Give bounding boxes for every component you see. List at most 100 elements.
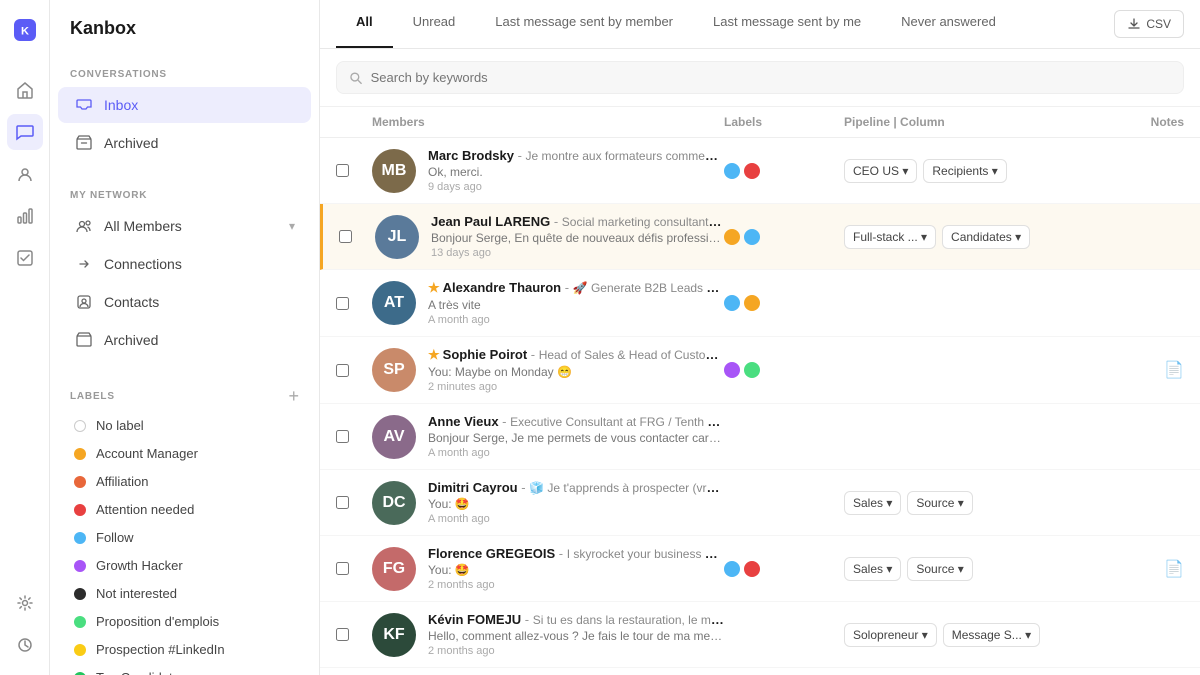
column-select[interactable]: Recipients ▾ (923, 159, 1006, 183)
tab-last-sent-by-me[interactable]: Last message sent by me (693, 0, 881, 48)
row-checkbox[interactable] (336, 364, 349, 377)
conv-preview: You: 🤩 (428, 563, 724, 577)
conv-name: ★Sophie Poirot - Head of Sales & Head of… (428, 347, 724, 363)
column-select[interactable]: Message S... ▾ (943, 623, 1040, 647)
network-archived-label: Archived (104, 332, 295, 348)
all-members-chevron: ▾ (289, 219, 295, 233)
row-checkbox-wrap (336, 562, 372, 575)
rail-icon-history[interactable] (7, 627, 43, 663)
headline-separator: - (527, 347, 539, 362)
star-badge: ★ (428, 347, 440, 362)
conv-labels (724, 295, 844, 311)
sidebar-label-item[interactable]: Account Manager (58, 440, 311, 467)
table-row[interactable]: JSJulie STRACZEK - Talent Acquisition Sp… (320, 668, 1200, 675)
sidebar-label-item[interactable]: Growth Hacker (58, 552, 311, 579)
label-color-dot (74, 588, 86, 600)
label-name: Not interested (96, 586, 177, 601)
tab-all[interactable]: All (336, 0, 393, 48)
column-select[interactable]: Candidates ▾ (942, 225, 1030, 249)
rail-icon-home[interactable] (7, 72, 43, 108)
conv-content: ★Sophie Poirot - Head of Sales & Head of… (428, 347, 724, 393)
column-select[interactable]: Source ▾ (907, 491, 972, 515)
tab-unread[interactable]: Unread (393, 0, 476, 48)
table-row[interactable]: DCDimitri Cayrou - 🧊 Je t'apprends à pro… (320, 470, 1200, 536)
table-row[interactable]: MB Marc Brodsky - Je montre aux formateur… (320, 138, 1200, 204)
table-row[interactable]: FG Florence GREGEOIS - I skyrocket your b… (320, 536, 1200, 602)
tab-last-sent-by-member[interactable]: Last message sent by member (475, 0, 693, 48)
sidebar-item-archived[interactable]: Archived (58, 125, 311, 161)
search-input[interactable] (371, 70, 1171, 85)
label-dot (744, 362, 760, 378)
table-row[interactable]: KFKévin FOMEJU - Si tu es dans la restau… (320, 602, 1200, 668)
conv-preview: Bonjour Serge, En quête de nouveaux défi… (431, 231, 724, 245)
rail-icon-tasks[interactable] (7, 240, 43, 276)
avatar: AV (372, 415, 416, 459)
row-checkbox[interactable] (336, 164, 349, 177)
rail-icon-network[interactable] (7, 156, 43, 192)
tab-never-answered[interactable]: Never answered (881, 0, 1016, 48)
headline-separator: - (499, 414, 511, 429)
sidebar-label-item[interactable]: No label (58, 412, 311, 439)
row-checkbox[interactable] (336, 297, 349, 310)
table-row[interactable]: AT★Alexandre Thauron - 🚀 Generate B2B Le… (320, 270, 1200, 337)
avatar: MB (372, 149, 416, 193)
table-row[interactable]: JLJean Paul LARENG - Social marketing co… (320, 204, 1200, 270)
conv-preview: Hello, comment allez-vous ? Je fais le t… (428, 629, 724, 643)
search-icon (349, 71, 363, 85)
label-dot (744, 295, 760, 311)
conv-time: A month ago (428, 513, 724, 525)
table-row[interactable]: SP★Sophie Poirot - Head of Sales & Head … (320, 337, 1200, 404)
conversations-list: MB Marc Brodsky - Je montre aux formateur… (320, 138, 1200, 675)
conv-name: Florence GREGEOIS - I skyrocket your bus… (428, 546, 724, 561)
label-dot (744, 229, 760, 245)
pipeline-select[interactable]: Full-stack ... ▾ (844, 225, 936, 249)
sidebar-label-item[interactable]: Proposition d'emplois (58, 608, 311, 635)
sidebar-item-connections[interactable]: Connections (58, 246, 311, 282)
pipeline-select[interactable]: Solopreneur ▾ (844, 623, 937, 647)
conv-pipeline: Sales ▾Source ▾ (844, 491, 1104, 515)
label-dot (744, 163, 760, 179)
rail-icon-settings[interactable] (7, 585, 43, 621)
table-row[interactable]: AVAnne Vieux - Executive Consultant at F… (320, 404, 1200, 470)
csv-button[interactable]: CSV (1114, 10, 1184, 38)
column-select[interactable]: Source ▾ (907, 557, 972, 581)
label-dot (744, 561, 760, 577)
pipeline-select[interactable]: Sales ▾ (844, 557, 901, 581)
labels-header: LABELS + (50, 375, 319, 411)
conv-content: Jean Paul LARENG - Social marketing cons… (431, 214, 724, 259)
sidebar-label-item[interactable]: Attention needed (58, 496, 311, 523)
conv-labels (724, 362, 844, 378)
sidebar-label-item[interactable]: Follow (58, 524, 311, 551)
conv-name: Marc Brodsky - Je montre aux formateurs … (428, 148, 724, 163)
conv-pipeline: CEO US ▾Recipients ▾ (844, 159, 1104, 183)
sidebar-item-network-archived[interactable]: Archived (58, 322, 311, 358)
row-checkbox[interactable] (339, 230, 352, 243)
sidebar-label-item[interactable]: Prospection #LinkedIn (58, 636, 311, 663)
rail-icon-analytics[interactable] (7, 198, 43, 234)
rail-icon-logo[interactable]: K (7, 12, 43, 48)
row-checkbox[interactable] (336, 562, 349, 575)
label-name: Proposition d'emplois (96, 614, 219, 629)
sidebar-label-item[interactable]: Top Candidate (58, 664, 311, 675)
notes-icon: 📄 (1164, 559, 1184, 579)
row-checkbox[interactable] (336, 628, 349, 641)
sidebar-item-inbox[interactable]: Inbox (58, 87, 311, 123)
sidebar-item-all-members[interactable]: All Members ▾ (58, 208, 311, 244)
sidebar-label-item[interactable]: Affiliation (58, 468, 311, 495)
conv-preview: Bonjour Serge, Je me permets de vous con… (428, 431, 724, 445)
headline-separator: - (518, 480, 530, 495)
conv-notes: 📄 (1104, 360, 1184, 380)
conv-name: Jean Paul LARENG - Social marketing cons… (431, 214, 724, 229)
label-color-dot (74, 476, 86, 488)
rail-icon-messages[interactable] (7, 114, 43, 150)
sidebar-item-contacts[interactable]: Contacts (58, 284, 311, 320)
pipeline-select[interactable]: Sales ▾ (844, 491, 901, 515)
avatar: FG (372, 547, 416, 591)
pipeline-select[interactable]: CEO US ▾ (844, 159, 917, 183)
sidebar-label-item[interactable]: Not interested (58, 580, 311, 607)
row-checkbox[interactable] (336, 496, 349, 509)
row-checkbox[interactable] (336, 430, 349, 443)
conv-name: Dimitri Cayrou - 🧊 Je t'apprends à prosp… (428, 480, 724, 495)
conv-pipeline: Full-stack ... ▾Candidates ▾ (844, 225, 1104, 249)
add-label-button[interactable]: + (288, 387, 299, 405)
